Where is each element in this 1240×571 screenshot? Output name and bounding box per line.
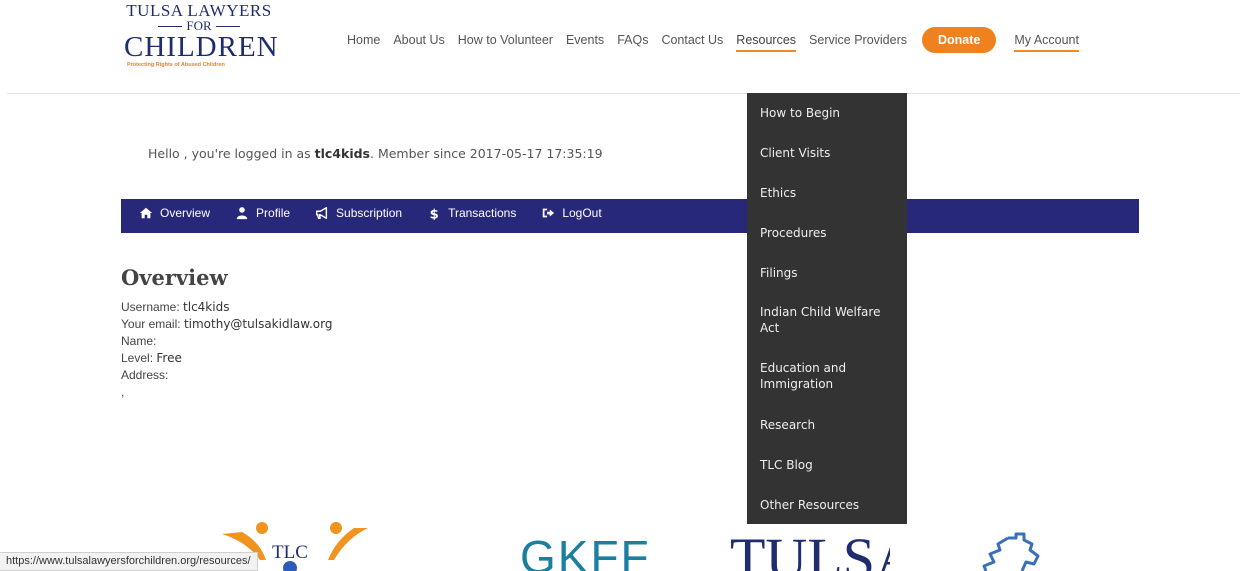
my-account-link[interactable]: My Account [1014, 33, 1079, 52]
logo-line-3: CHILDREN [124, 31, 279, 63]
username-label: Username: [121, 300, 180, 314]
home-icon [139, 207, 153, 219]
email-row: Your email: timothy@tulsakidlaw.org [121, 316, 332, 333]
tab-profile[interactable]: Profile [235, 206, 290, 220]
nav-contact-us[interactable]: Contact Us [661, 33, 723, 47]
nav-how-to-volunteer[interactable]: How to Volunteer [458, 33, 553, 47]
menu-item-how-to-begin[interactable]: How to Begin [760, 105, 898, 121]
status-bar-url: https://www.tulsalawyersforchildren.org/… [0, 552, 258, 571]
name-label: Name: [121, 334, 157, 348]
greeting-suffix: . Member since 2017-05-17 17:35:19 [370, 146, 603, 161]
tulsa-logo-text: TULSA [730, 526, 890, 571]
megaphone-icon [316, 207, 328, 219]
email-label: Your email: [121, 317, 181, 331]
address-value: , [121, 385, 125, 399]
level-label: Level: [121, 351, 154, 365]
name-row: Name: [121, 333, 332, 350]
level-row: Level: Free [121, 350, 332, 367]
menu-item-tlc-blog[interactable]: TLC Blog [760, 457, 898, 473]
header-divider [7, 93, 1240, 94]
tab-overview-label: Overview [160, 206, 211, 220]
nav-home[interactable]: Home [347, 33, 380, 47]
overview-details: Username: tlc4kids Your email: timothy@t… [121, 299, 332, 401]
menu-item-education-and-immigration[interactable]: Education and Immigration [760, 360, 898, 392]
account-nav-bar: Overview Profile Subscription $ Transact… [121, 199, 1139, 233]
menu-item-indian-child-welfare-act[interactable]: Indian Child Welfare Act [760, 304, 898, 336]
gkff-logo-text: GKFF [520, 531, 651, 571]
resources-dropdown: How to Begin Client Visits Ethics Proced… [747, 93, 907, 524]
tab-transactions-label: Transactions [448, 206, 517, 220]
svg-text:$: $ [430, 207, 439, 220]
nav-events[interactable]: Events [566, 33, 604, 47]
address-label: Address: [121, 368, 169, 382]
greeting-prefix: Hello , you're logged in as [148, 146, 315, 161]
greeting-username: tlc4kids [314, 146, 370, 161]
level-value: Free [156, 351, 182, 365]
donate-button[interactable]: Donate [922, 27, 997, 53]
menu-item-other-resources[interactable]: Other Resources [760, 497, 898, 513]
nav-about-us[interactable]: About Us [393, 33, 444, 47]
overview-title: Overview [121, 265, 228, 290]
nav-faqs[interactable]: FAQs [617, 33, 648, 47]
tab-subscription-label: Subscription [336, 206, 403, 220]
dollar-icon: $ [430, 207, 439, 220]
address-value-row: , [121, 384, 332, 401]
tab-logout[interactable]: LogOut [541, 206, 602, 220]
address-row: Address: [121, 367, 332, 384]
tab-logout-label: LogOut [562, 206, 602, 220]
tulsa-footer-logo[interactable]: TULSA [730, 516, 890, 571]
tab-subscription[interactable]: Subscription [315, 206, 402, 220]
menu-item-filings[interactable]: Filings [760, 265, 898, 281]
tab-overview[interactable]: Overview [139, 206, 210, 220]
username-value: tlc4kids [183, 300, 230, 314]
tab-transactions[interactable]: $ Transactions [427, 206, 517, 220]
user-icon [236, 207, 248, 220]
menu-item-ethics[interactable]: Ethics [760, 185, 898, 201]
login-greeting: Hello , you're logged in as tlc4kids. Me… [148, 146, 603, 161]
logout-icon [543, 208, 555, 218]
gkff-footer-logo[interactable]: GKFF [520, 528, 670, 571]
username-row: Username: tlc4kids [121, 299, 332, 316]
email-value: timothy@tulsakidlaw.org [183, 317, 333, 331]
tab-profile-label: Profile [256, 206, 291, 220]
site-logo[interactable]: TULSA LAWYERS FOR CHILDREN Protecting Ri… [124, 2, 279, 69]
partner-footer-logo[interactable] [968, 532, 1058, 571]
nav-service-providers[interactable]: Service Providers [809, 33, 907, 47]
menu-item-client-visits[interactable]: Client Visits [760, 145, 898, 161]
menu-item-research[interactable]: Research [760, 417, 898, 433]
menu-item-procedures[interactable]: Procedures [760, 225, 898, 241]
logo-tagline: Protecting Rights of Abused Children [127, 62, 225, 68]
tlc-logo-text: TLC [272, 542, 308, 563]
nav-resources[interactable]: Resources [736, 33, 796, 52]
main-nav: Home About Us How to Volunteer Events FA… [347, 27, 1079, 53]
